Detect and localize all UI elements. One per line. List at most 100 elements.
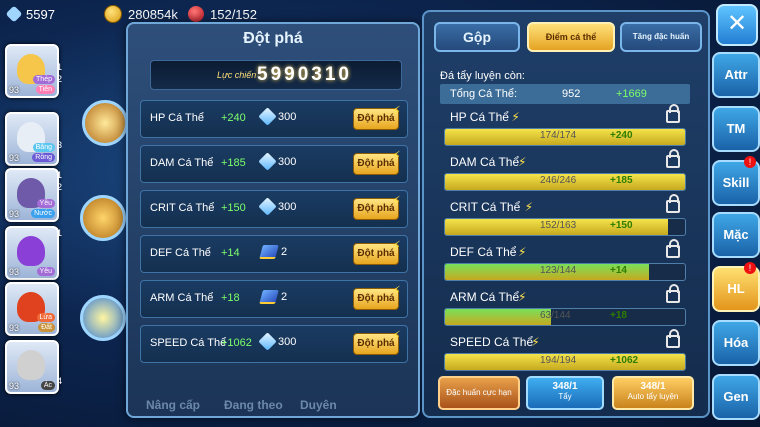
stat-row: HP Cá Thể ⚡ 174/174 +240: [440, 104, 690, 152]
combat-power-label: Lực chiến: [217, 70, 257, 80]
orb-node-icon[interactable]: [80, 295, 126, 341]
breakthrough-row: ARM Cá Thể +18 2 Đột phá ⚡: [140, 280, 408, 318]
individual-points-panel: Gộp Điểm cá thể Tăng đặc huấn Đá tẩy luy…: [422, 10, 710, 418]
lock-node-icon[interactable]: [80, 195, 126, 241]
breakthrough-popup: Đột phá Lực chiến 5990310 HP Cá Thể +240 3…: [126, 22, 420, 418]
stamina-potion-icon: [188, 6, 204, 22]
row-cost-value: 300: [278, 335, 297, 348]
auto-reroll-label: Auto tẩy luyện: [627, 392, 679, 401]
side-number: 2: [57, 74, 63, 84]
lightning-icon: ⚡: [391, 193, 401, 209]
row-cost-value: 300: [278, 110, 297, 123]
total-plus: +1669: [616, 88, 647, 100]
menu-button-gen[interactable]: Gen: [712, 374, 760, 420]
stat-value: 194/194: [540, 355, 577, 366]
character-card[interactable]: 93 Băng Rồng: [5, 112, 59, 166]
character-card[interactable]: 93 Thép Tiên: [5, 44, 59, 98]
remaining-stones-label: Đá tẩy luyện còn:: [440, 70, 525, 82]
diamond-icon: [258, 197, 277, 216]
row-cost-value: 300: [278, 155, 297, 168]
stamina-counter: 152/152: [188, 5, 257, 23]
character-type-tag: Nước: [31, 209, 55, 218]
extreme-training-button[interactable]: Đặc huấn cực hạn: [438, 376, 520, 410]
menu-button-attr[interactable]: Attr: [712, 52, 760, 98]
lock-icon[interactable]: [666, 329, 680, 348]
stat-value: 123/144: [540, 265, 577, 276]
stamina-value: 152/152: [210, 6, 257, 22]
auto-reroll-button[interactable]: 348/1 Auto tẩy luyện: [612, 376, 694, 410]
lock-icon[interactable]: [666, 284, 680, 303]
side-number: 1: [57, 228, 63, 238]
stat-plus: +185: [610, 175, 633, 186]
book-icon: [259, 245, 279, 259]
combat-power-box: Lực chiến 5990310: [150, 60, 402, 90]
total-individual-row: Tổng Cá Thể: 952 +1669: [440, 84, 690, 104]
breakthrough-row: DAM Cá Thể +185 300 Đột phá ⚡: [140, 145, 408, 183]
character-level: 93: [9, 381, 20, 391]
character-card[interactable]: 93 Yêu Nước: [5, 168, 59, 222]
stat-progress-fill: [445, 309, 551, 325]
menu-button-hóa[interactable]: Hóa: [712, 320, 760, 366]
character-type-tag: Tiên: [35, 85, 55, 94]
tab-special-training[interactable]: Tăng đặc huấn: [620, 22, 702, 52]
side-number: 1: [57, 62, 63, 72]
stat-name: ARM Cá Thể: [450, 290, 520, 304]
auto-reroll-count: 348/1: [640, 381, 666, 392]
character-type-tag: Băng: [32, 143, 55, 152]
character-level: 93: [9, 323, 20, 333]
row-stat-name: CRIT Cá Thể: [150, 202, 215, 214]
gem-value: 5597: [26, 6, 55, 22]
character-portrait-icon: [17, 350, 45, 380]
stat-plus: +240: [610, 130, 633, 141]
character-card[interactable]: 93 Yêu: [5, 226, 59, 280]
menu-button-mặc[interactable]: Mặc: [712, 212, 760, 258]
lock-icon[interactable]: [666, 149, 680, 168]
lightning-icon: ⚡: [391, 103, 401, 119]
lock-icon[interactable]: [666, 104, 680, 123]
book-icon: [259, 290, 279, 304]
lock-icon[interactable]: [666, 194, 680, 213]
row-cost: 300: [258, 332, 297, 351]
gem-icon: [5, 5, 23, 23]
lightning-icon: ⚡: [518, 245, 527, 259]
row-stat-name: SPEED Cá Thể: [150, 337, 227, 349]
side-number: 3: [57, 140, 63, 150]
breakthrough-row: CRIT Cá Thể +150 300 Đột phá ⚡: [140, 190, 408, 228]
notification-badge-icon: !: [744, 262, 756, 274]
character-type-tag: Thép: [33, 75, 55, 84]
faded-following-label: Đang theo: [224, 398, 283, 412]
lightning-icon: ⚡: [531, 335, 540, 349]
lock-icon[interactable]: [666, 239, 680, 258]
character-level: 93: [9, 153, 20, 163]
reroll-button[interactable]: 348/1 Tẩy: [526, 376, 604, 410]
stat-row: SPEED Cá Thể ⚡ 194/194 +1062: [440, 329, 690, 377]
stat-plus: +150: [610, 220, 633, 231]
stat-row: DAM Cá Thể ⚡ 246/246 +185: [440, 149, 690, 197]
tab-individual-points[interactable]: Điểm cá thể: [527, 22, 615, 52]
character-level: 93: [9, 209, 20, 219]
character-card[interactable]: 93 Lửa Đất: [5, 282, 59, 336]
faded-upgrade-label: Nâng cấp: [146, 398, 201, 412]
row-stat-name: DAM Cá Thể: [150, 157, 214, 169]
diamond-icon: [258, 107, 277, 126]
notification-badge-icon: !: [744, 156, 756, 168]
side-number: 4: [57, 376, 63, 386]
stat-name: CRIT Cá Thể: [450, 200, 521, 214]
stat-plus: +18: [610, 310, 627, 321]
row-stat-name: DEF Cá Thể: [150, 247, 211, 259]
close-button[interactable]: ✕: [716, 4, 758, 46]
stat-plus: +1062: [610, 355, 639, 366]
stat-row: CRIT Cá Thể ⚡ 152/163 +150: [440, 194, 690, 242]
faded-fate-label: Duyên: [300, 398, 337, 412]
reroll-label: Tẩy: [558, 392, 572, 401]
character-card[interactable]: 93 Ác: [5, 340, 59, 394]
skill-node-icon[interactable]: [82, 100, 128, 146]
row-cost-value: 2: [281, 246, 288, 258]
menu-button-tm[interactable]: TM: [712, 106, 760, 152]
lightning-icon: ⚡: [391, 148, 401, 164]
gem-counter: 5597: [5, 5, 55, 23]
stat-value: 152/163: [540, 220, 577, 231]
tab-merge[interactable]: Gộp: [434, 22, 520, 52]
row-cost: 300: [258, 107, 297, 126]
character-type-tag: Rồng: [32, 153, 55, 162]
